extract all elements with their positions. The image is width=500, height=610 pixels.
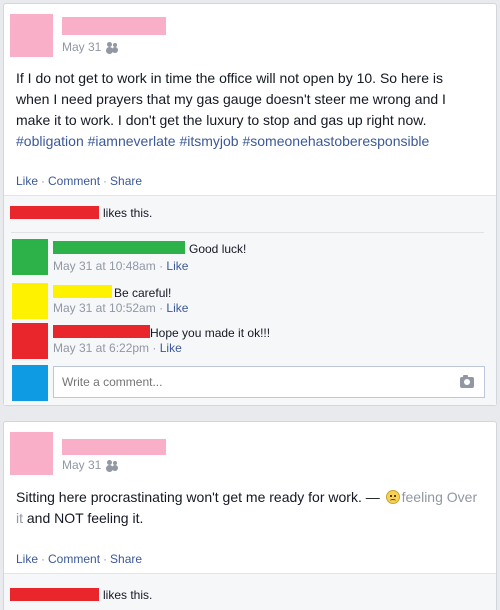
comment-text: Hope you made it ok!!! (150, 326, 271, 340)
commenter-avatar[interactable] (12, 283, 48, 319)
hashtag-link[interactable]: #itsmyjob (179, 133, 238, 149)
post-text-continued: and NOT feeling it. (26, 510, 144, 526)
likes-text: likes this. (103, 588, 153, 602)
comment-timestamp[interactable]: May 31 at 10:48am (53, 259, 156, 273)
separator: · (103, 174, 108, 188)
friends-icon[interactable] (107, 42, 120, 52)
comment-like-button[interactable]: Like (166, 301, 188, 315)
commenter-avatar[interactable] (12, 239, 48, 275)
comment-item: Good luck! May 31 at 10:48am · Like (4, 239, 496, 279)
post-date-row: May 31 (62, 40, 120, 54)
separator: · (41, 552, 46, 566)
write-comment-box[interactable] (53, 366, 485, 398)
comment-item: Be careful! May 31 at 10:52am · Like (4, 283, 496, 319)
author-avatar[interactable] (10, 432, 53, 475)
post-date[interactable]: May 31 (62, 458, 101, 472)
share-button[interactable]: Share (110, 552, 142, 566)
separator: · (152, 341, 157, 355)
comment-button[interactable]: Comment (48, 174, 100, 188)
post-actions: Like · Comment · Share (16, 174, 142, 188)
post-text: Sitting here procrastinating won't get m… (16, 489, 380, 505)
likes-summary: likes this. (4, 202, 496, 228)
comment-meta: May 31 at 10:48am · Like (53, 259, 188, 273)
likes-summary: likes this. (4, 580, 496, 606)
commenter-name[interactable] (53, 285, 112, 298)
separator: · (159, 301, 164, 315)
current-user-avatar[interactable] (12, 365, 48, 401)
likes-text: likes this. (103, 206, 153, 220)
comment-meta: May 31 at 6:22pm · Like (53, 341, 182, 355)
commenter-name[interactable] (53, 241, 185, 254)
hashtag-link[interactable]: #someonehastoberesponsible (242, 133, 429, 149)
comment-like-button[interactable]: Like (166, 259, 188, 273)
separator: · (41, 174, 46, 188)
post-actions: Like · Comment · Share (16, 552, 142, 566)
comment-button[interactable]: Comment (48, 552, 100, 566)
liker-name[interactable] (10, 206, 99, 219)
post-date-row: May 31 (62, 458, 120, 472)
hashtag-link[interactable]: #obligation (16, 133, 84, 149)
comment-text: Good luck! (189, 242, 247, 256)
separator: · (103, 552, 108, 566)
hashtag-link[interactable]: #iamneverlate (88, 133, 176, 149)
commenter-name[interactable] (53, 325, 150, 338)
feedback-area: likes this. Good luck! May 31 at 10:48am… (4, 195, 496, 405)
separator: · (159, 259, 164, 273)
comment-item: Hope you made it ok!!! May 31 at 6:22pm … (4, 323, 496, 361)
post-card: May 31 If I do not get to work in time t… (3, 3, 497, 406)
feedback-area: likes this. (4, 573, 496, 610)
liker-name[interactable] (10, 588, 99, 601)
comment-timestamp[interactable]: May 31 at 10:52am (53, 301, 156, 315)
author-avatar[interactable] (10, 14, 53, 57)
comment-timestamp[interactable]: May 31 at 6:22pm (53, 341, 149, 355)
sad-face-icon (385, 490, 400, 504)
post-body: Sitting here procrastinating won't get m… (16, 487, 478, 529)
post-date[interactable]: May 31 (62, 40, 101, 54)
author-name[interactable] (62, 439, 166, 455)
comment-meta: May 31 at 10:52am · Like (53, 301, 188, 315)
share-button[interactable]: Share (110, 174, 142, 188)
like-button[interactable]: Like (16, 174, 38, 188)
camera-icon[interactable] (460, 375, 474, 388)
post-card: May 31 Sitting here procrastinating won'… (3, 421, 497, 610)
friends-icon[interactable] (107, 460, 120, 470)
comment-like-button[interactable]: Like (160, 341, 182, 355)
commenter-avatar[interactable] (12, 323, 48, 359)
post-body: If I do not get to work in time the offi… (16, 68, 478, 152)
comment-input[interactable] (62, 375, 442, 389)
divider (11, 232, 484, 233)
post-text: If I do not get to work in time the offi… (16, 70, 446, 128)
like-button[interactable]: Like (16, 552, 38, 566)
author-name[interactable] (62, 17, 166, 35)
comment-text: Be careful! (114, 286, 172, 300)
